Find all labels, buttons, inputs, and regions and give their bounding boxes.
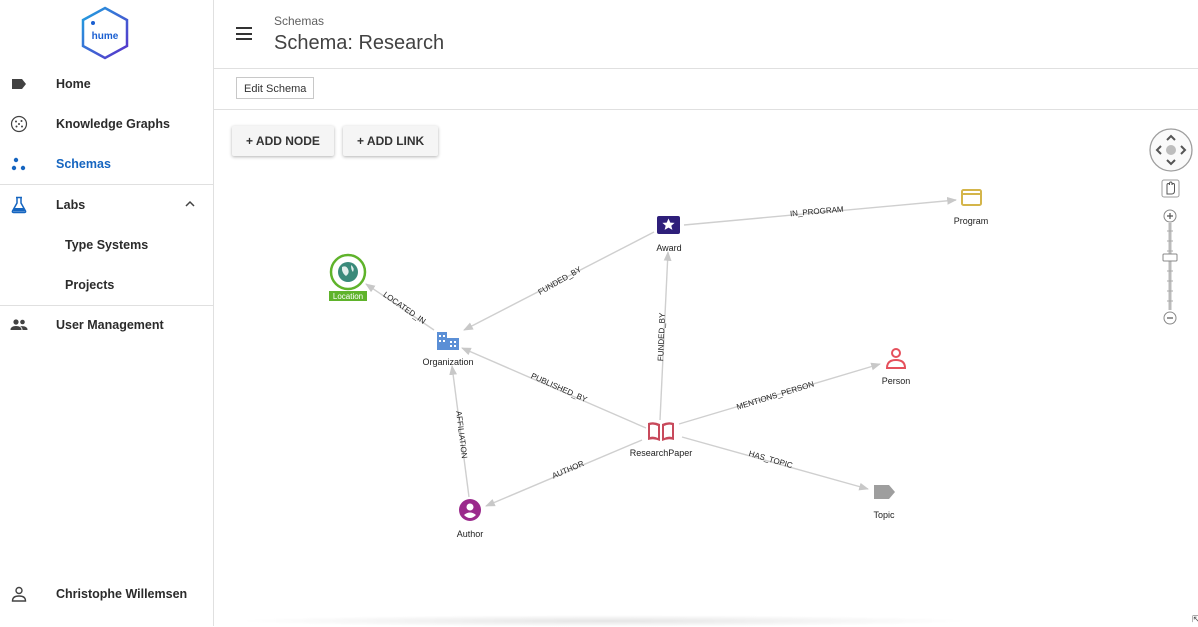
node-topic[interactable]: Topic: [873, 485, 895, 520]
schema-canvas[interactable]: IN_PROGRAM FUNDED_BY FUNDED_BY LOCATED_I…: [214, 110, 1198, 627]
sidebar-user[interactable]: Christophe Willemsen: [0, 574, 213, 614]
toolbar: Edit Schema: [214, 69, 1198, 110]
node-label: ResearchPaper: [630, 448, 693, 458]
schema-icon: [11, 157, 26, 171]
node-label: Location: [333, 292, 363, 301]
zoom-slider-handle: [1162, 253, 1178, 262]
page-header: Schemas Schema: Research: [214, 0, 1198, 69]
hand-tool-icon[interactable]: [1161, 179, 1180, 198]
sidebar-item-schemas[interactable]: Schemas: [0, 144, 213, 184]
user-name: Christophe Willemsen: [56, 587, 188, 601]
book-icon: [648, 422, 674, 441]
sidebar-item-labs[interactable]: Labs: [0, 185, 213, 225]
edge-label: IN_PROGRAM: [790, 205, 845, 219]
pan-control[interactable]: [1149, 128, 1193, 172]
add-node-button[interactable]: + ADD NODE: [232, 126, 334, 156]
edge-label: AFFILIATION: [454, 410, 469, 459]
chevron-up-icon[interactable]: [184, 198, 196, 210]
edge-label: LOCATED_IN: [382, 290, 428, 326]
sidebar-item-label: Knowledge Graphs: [56, 117, 170, 131]
edge-label: HAS_TOPIC: [748, 449, 794, 470]
sidebar-item-label: Type Systems: [65, 238, 149, 252]
node-label: Program: [954, 216, 989, 226]
sidebar-item-label: User Management: [56, 318, 164, 332]
hume-logo[interactable]: hume: [80, 6, 130, 60]
flask-icon: [11, 196, 27, 214]
sidebar-item-type-systems[interactable]: Type Systems: [0, 225, 213, 265]
label-node-icon: [874, 485, 895, 499]
menu-icon[interactable]: [236, 27, 252, 40]
page-title: Schema: Research: [274, 32, 445, 54]
node-label: Organization: [422, 357, 473, 367]
sidebar-item-user-management[interactable]: User Management: [0, 305, 213, 345]
edge-label: AUTHOR: [551, 459, 586, 481]
navigation-controls[interactable]: [1148, 128, 1194, 328]
resize-corner-icon[interactable]: ⇱: [1192, 614, 1198, 625]
node-author[interactable]: Author: [457, 499, 484, 539]
sidebar-item-projects[interactable]: Projects: [0, 265, 213, 305]
label-icon: [12, 79, 26, 89]
sidebar-item-knowledge-graphs[interactable]: Knowledge Graphs: [0, 104, 213, 144]
node-location[interactable]: Location: [329, 253, 367, 301]
edge-label: FUNDED_BY: [537, 264, 584, 296]
program-icon: [961, 189, 982, 206]
graph-icon: [10, 115, 28, 133]
person-node-icon: [885, 348, 907, 369]
breadcrumb[interactable]: Schemas: [274, 14, 324, 28]
sidebar-item-label: Labs: [56, 198, 86, 212]
edge-label: PUBLISHED_BY: [530, 371, 590, 404]
node-label: Award: [656, 243, 681, 253]
node-program[interactable]: Program: [954, 189, 989, 226]
sidebar: hume Home Knowledge Graphs Schemas Labs …: [0, 0, 214, 626]
sidebar-item-label: Home: [56, 77, 91, 91]
node-award[interactable]: Award: [656, 216, 682, 253]
node-label: Topic: [873, 510, 895, 520]
node-label: Author: [457, 529, 484, 539]
sidebar-item-home[interactable]: Home: [0, 64, 213, 104]
sidebar-item-label: Schemas: [56, 157, 111, 171]
zoom-control[interactable]: [1162, 209, 1178, 325]
person-icon: [11, 586, 27, 602]
building-icon: [437, 332, 459, 350]
edge-label: FUNDED_BY: [656, 312, 667, 361]
add-link-button[interactable]: + ADD LINK: [343, 126, 439, 156]
node-person[interactable]: Person: [882, 348, 911, 386]
canvas-shadow: [234, 615, 974, 627]
logo-text: hume: [92, 31, 119, 42]
group-icon: [10, 319, 28, 330]
node-label: Person: [882, 376, 911, 386]
sidebar-item-label: Projects: [65, 278, 115, 292]
node-research-paper[interactable]: ResearchPaper: [630, 422, 693, 458]
schema-graph[interactable]: IN_PROGRAM FUNDED_BY FUNDED_BY LOCATED_I…: [214, 110, 1198, 626]
edit-schema-button[interactable]: Edit Schema: [236, 77, 315, 99]
edge-label: MENTIONS_PERSON: [735, 379, 815, 411]
